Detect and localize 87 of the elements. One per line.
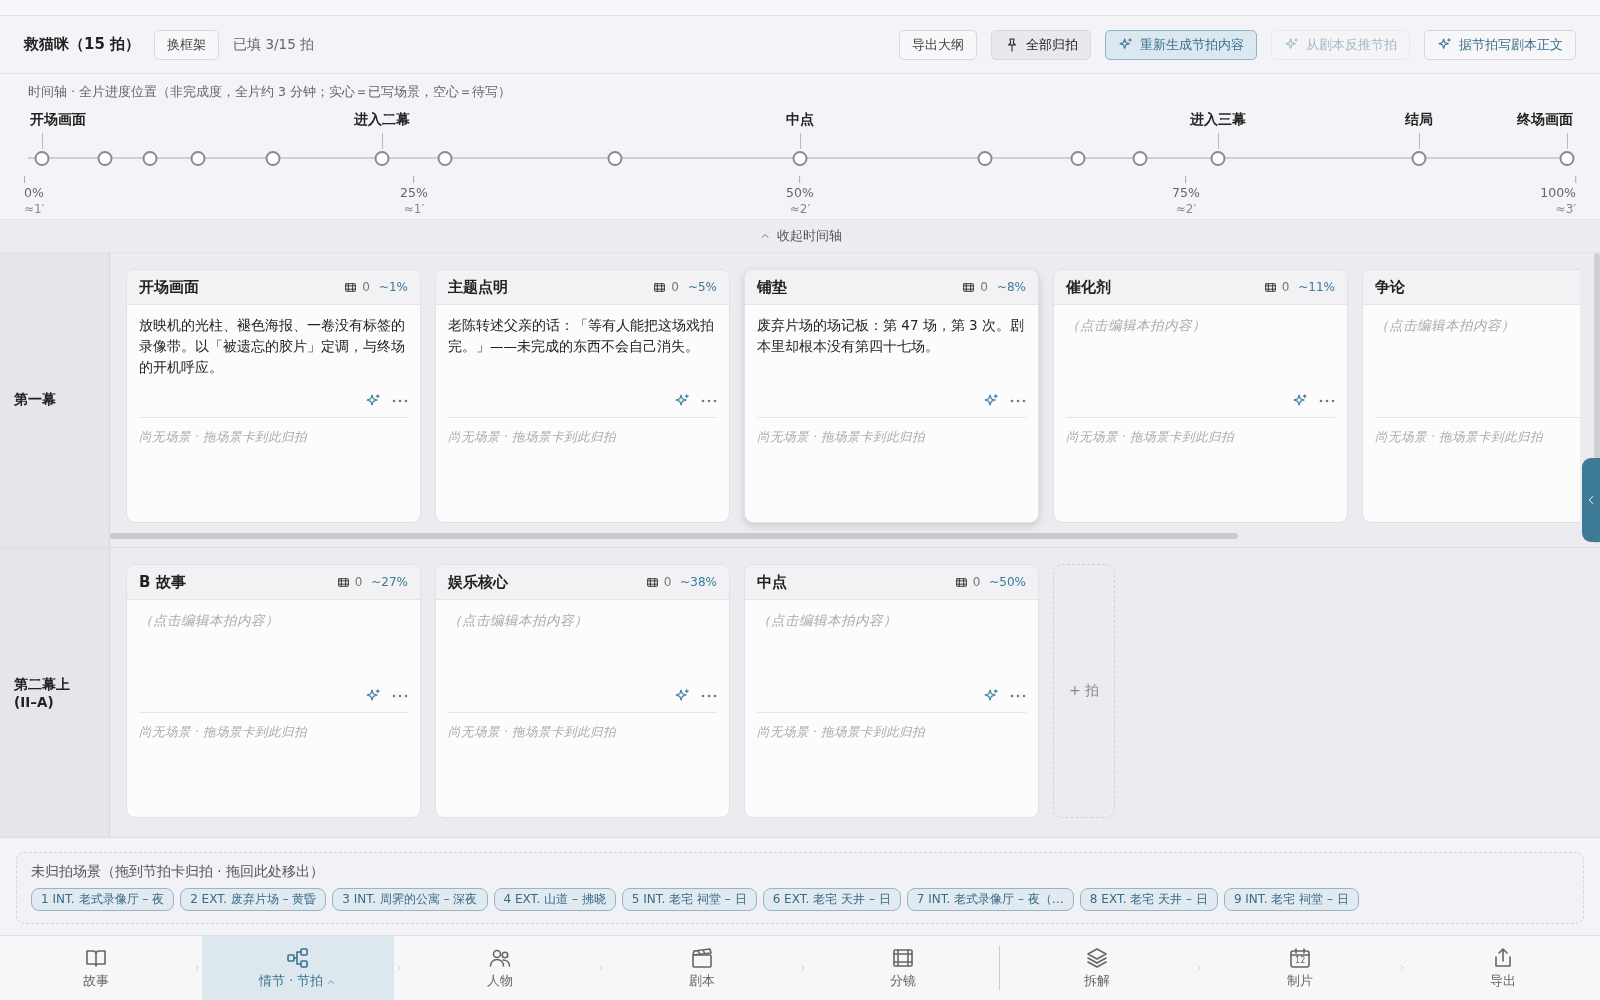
act-label: 第二幕上 (II–A) — [14, 675, 70, 710]
filled-count: 已填 3/15 拍 — [233, 35, 314, 54]
milestone-label: 进入三幕 — [1190, 111, 1247, 129]
beat-card[interactable]: 娱乐核心 0 ~38% （点击编辑本拍内容） 尚无场景 · 拖场景卡到此归拍 — [435, 564, 730, 818]
nav-tab[interactable]: 剧本 — [605, 936, 798, 1000]
tick-label: 50% — [786, 185, 814, 200]
beat-title: 开场画面 — [139, 277, 200, 297]
tick-duration: ≈1′ — [403, 202, 425, 216]
beat-position: ~27% — [371, 575, 408, 589]
beat-card[interactable]: 铺垫 0 ~8% 废弃片场的场记板：第 47 场，第 3 次。剧本里却根本没有第四十七场。 尚无场景 · 拖场景卡到此归拍 — [744, 269, 1039, 523]
scene-chip[interactable]: 7 INT. 老式录像厅 – 夜（… — [906, 888, 1074, 911]
beat-title: 中点 — [757, 572, 788, 592]
beat-card[interactable]: 催化剂 0 ~11% （点击编辑本拍内容） 尚无场景 · 拖场景卡到此归拍 — [1053, 269, 1348, 523]
tick-duration: ≈2′ — [1175, 202, 1197, 216]
scene-chip[interactable]: 5 INT. 老宅 祠堂 – 日 — [621, 888, 757, 911]
milestone-label: 终场画面 — [1517, 111, 1574, 129]
scene-chip[interactable]: 9 INT. 老宅 祠堂 – 日 — [1223, 888, 1359, 911]
scene-chip[interactable]: 1 INT. 老式录像厅 – 夜 — [31, 888, 175, 911]
scene-count: 0 — [663, 575, 672, 589]
tick-label: 0% — [24, 185, 44, 200]
milestone-label: 结局 — [1405, 111, 1434, 129]
beat-card[interactable]: 争论 （点击编辑本拍内容） 尚无场景 · 拖场景卡到此归拍 — [1362, 269, 1580, 523]
tick-duration: ≈2′ — [789, 202, 811, 216]
scene-count: 0 — [972, 575, 981, 589]
nav-tab[interactable]: 12 制片 — [1203, 936, 1397, 1000]
beat-card[interactable]: 开场画面 0 ~1% 放映机的光柱、褪色海报、一卷没有标签的录像带。以「被遗忘的胶片」定调，与终场的开机呼应。 尚无场景 · 拖场景卡到此归拍 — [126, 269, 421, 523]
timeline-caption: 时间轴 · 全片进度位置（非完成度，全片约 3 分钟；实心＝已写场景，空心＝待写） — [28, 84, 512, 101]
tick-label: 75% — [1172, 185, 1200, 200]
tick-duration: ≈1′ — [24, 202, 45, 216]
beat-title: B 故事 — [139, 572, 187, 592]
scene-chip[interactable]: 2 EXT. 废弃片场 – 黄昏 — [180, 888, 327, 911]
nav-tab[interactable]: 拆解 — [1000, 936, 1194, 1000]
beat-text[interactable]: 老陈转述父亲的话：「等有人能把这场戏拍完。」——未完成的东西不会自己消失。 — [436, 305, 729, 391]
tick-label: 100% — [1540, 185, 1576, 200]
scene-count: 0 — [671, 280, 679, 294]
scene-count: 0 — [1281, 280, 1290, 294]
empty-scenes-hint: 尚无场景 · 拖场景卡到此归拍 — [1375, 429, 1543, 444]
scene-count: 0 — [980, 280, 988, 294]
beat-position: ~5% — [687, 280, 717, 294]
add-beat-button[interactable]: + 拍 — [1053, 564, 1115, 818]
nav-tab[interactable]: 故事 — [0, 936, 192, 1000]
beat-position: ~8% — [996, 280, 1026, 294]
beat-position: ~1% — [378, 280, 408, 294]
tick-duration: ≈3′ — [1555, 202, 1576, 216]
toolbar-button[interactable]: 导出大纲 — [899, 29, 977, 60]
empty-scenes-hint: 尚无场景 · 拖场景卡到此归拍 — [448, 429, 616, 444]
framework-title: 救猫咪（15 拍） — [24, 35, 141, 54]
scene-chip[interactable]: 6 EXT. 老宅 天井 – 日 — [762, 888, 901, 911]
scene-count: 0 — [354, 575, 363, 589]
collapse-timeline-button[interactable]: 收起时间轴 — [752, 226, 848, 246]
scene-count: 0 — [362, 280, 370, 294]
beat-title: 铺垫 — [757, 277, 788, 297]
milestone-label: 开场画面 — [29, 111, 86, 129]
empty-scenes-hint: 尚无场景 · 拖场景卡到此归拍 — [757, 429, 925, 444]
tick-label: 25% — [400, 185, 428, 200]
beat-card[interactable]: 中点 0 ~50% （点击编辑本拍内容） 尚无场景 · 拖场景卡到此归拍 — [744, 564, 1039, 818]
beat-position: ~50% — [989, 575, 1026, 589]
beat-title: 主题点明 — [448, 277, 509, 297]
empty-scenes-hint: 尚无场景 · 拖场景卡到此归拍 — [139, 429, 307, 444]
beat-title: 争论 — [1375, 277, 1406, 297]
beat-card[interactable]: B 故事 0 ~27% （点击编辑本拍内容） 尚无场景 · 拖场景卡到此归拍 — [126, 564, 421, 818]
beat-text[interactable]: 废弃片场的场记板：第 47 场，第 3 次。剧本里却根本没有第四十七场。 — [745, 305, 1038, 391]
toolbar-button[interactable]: 重新生成节拍内容 — [1105, 29, 1257, 60]
scene-chip[interactable]: 3 INT. 周霁的公寓 – 深夜 — [332, 888, 488, 911]
change-framework-button[interactable]: 换框架 — [154, 29, 220, 60]
nav-tab[interactable]: 导出 — [1406, 936, 1600, 1000]
beat-position: ~38% — [680, 575, 717, 589]
toolbar-button[interactable]: 据节拍写剧本正文 — [1424, 29, 1576, 60]
empty-scenes-hint: 尚无场景 · 拖场景卡到此归拍 — [757, 724, 925, 739]
beat-card[interactable]: 主题点明 0 ~5% 老陈转述父亲的话：「等有人能把这场戏拍完。」——未完成的东西不会自己消失。 尚无场景 · 拖场景卡到此归拍 — [435, 269, 730, 523]
nav-tab[interactable]: 人物 — [403, 936, 596, 1000]
nav-tab[interactable]: 情节 · 节拍 — [201, 936, 394, 1000]
nav-tab[interactable]: 分镜 — [807, 936, 1000, 1000]
scene-chip[interactable]: 8 EXT. 老宅 天井 – 日 — [1079, 888, 1218, 911]
empty-scenes-hint: 尚无场景 · 拖场景卡到此归拍 — [448, 724, 616, 739]
milestone-label: 进入二幕 — [353, 111, 410, 129]
empty-scenes-hint: 尚无场景 · 拖场景卡到此归拍 — [139, 724, 307, 739]
scene-chip[interactable]: 4 EXT. 山道 – 拂晓 — [493, 888, 616, 911]
beat-text[interactable]: 放映机的光柱、褪色海报、一卷没有标签的录像带。以「被遗忘的胶片」定调，与终场的开机呼应。 — [127, 305, 420, 391]
beat-position: ~11% — [1298, 280, 1335, 294]
beat-title: 娱乐核心 — [448, 572, 509, 592]
unassigned-caption: 未归拍场景（拖到节拍卡归拍 · 拖回此处移出） — [31, 863, 325, 881]
milestone-label: 中点 — [786, 111, 814, 129]
act-label: 第一幕 — [14, 391, 56, 409]
empty-scenes-hint: 尚无场景 · 拖场景卡到此归拍 — [1066, 429, 1234, 444]
beat-title: 催化剂 — [1066, 277, 1112, 297]
toolbar-button[interactable]: 全部归拍 — [991, 29, 1091, 60]
